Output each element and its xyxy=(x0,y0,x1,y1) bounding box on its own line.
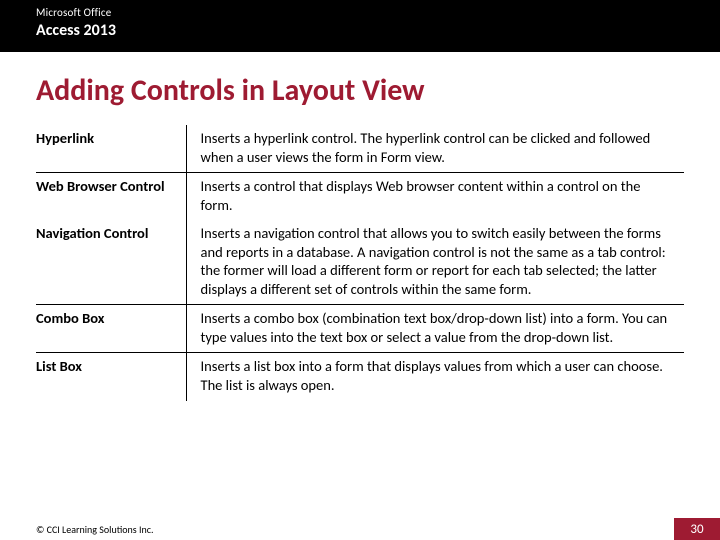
term-cell: List Box xyxy=(36,353,186,401)
term-cell: Combo Box xyxy=(36,305,186,353)
table-row: Combo Box Inserts a combo box (combinati… xyxy=(36,305,684,353)
desc-cell: Inserts a control that displays Web brow… xyxy=(186,173,684,221)
brand-top: Microsoft Office xyxy=(36,6,720,19)
term-cell: Navigation Control xyxy=(36,220,186,305)
page-number: 30 xyxy=(674,518,720,540)
desc-cell: Inserts a combo box (combination text bo… xyxy=(186,305,684,353)
content: Adding Controls in Layout View Hyperlink… xyxy=(0,52,720,401)
table-row: List Box Inserts a list box into a form … xyxy=(36,353,684,401)
table-row: Hyperlink Inserts a hyperlink control. T… xyxy=(36,125,684,173)
footer: © CCI Learning Solutions Inc. 30 xyxy=(0,518,720,540)
header-band: Microsoft Office Access 2013 xyxy=(0,0,720,52)
controls-table: Hyperlink Inserts a hyperlink control. T… xyxy=(36,125,684,401)
table-row: Web Browser Control Inserts a control th… xyxy=(36,173,684,221)
desc-cell: Inserts a hyperlink control. The hyperli… xyxy=(186,125,684,173)
desc-cell: Inserts a navigation control that allows… xyxy=(186,220,684,305)
desc-cell: Inserts a list box into a form that disp… xyxy=(186,353,684,401)
footer-copyright: © CCI Learning Solutions Inc. xyxy=(0,523,674,536)
page-title: Adding Controls in Layout View xyxy=(36,72,684,109)
term-cell: Web Browser Control xyxy=(36,173,186,221)
brand-bottom: Access 2013 xyxy=(36,21,720,40)
table-row: Navigation Control Inserts a navigation … xyxy=(36,220,684,305)
term-cell: Hyperlink xyxy=(36,125,186,173)
